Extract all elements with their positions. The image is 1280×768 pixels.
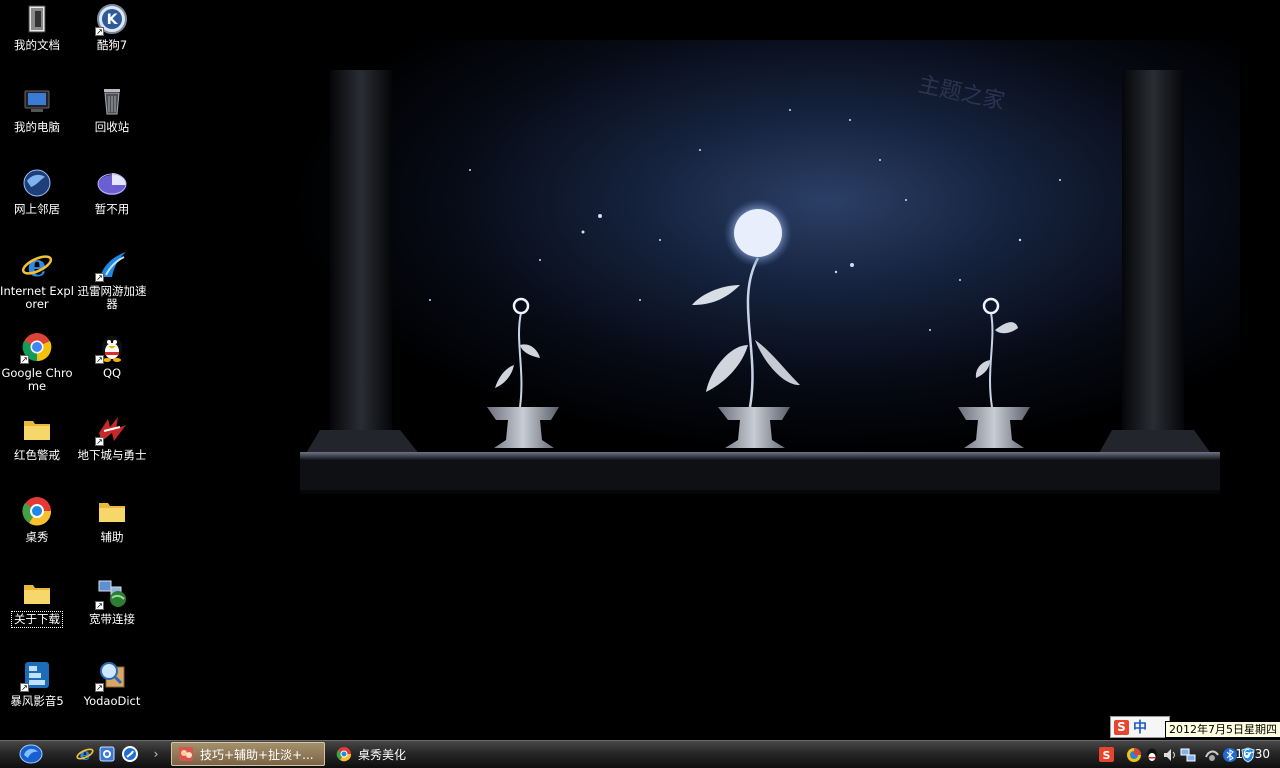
ime-mode-indicator[interactable]: 中 xyxy=(1133,717,1147,737)
desktop-icon-label: 回收站 xyxy=(94,120,130,134)
svg-text:S: S xyxy=(1102,749,1110,762)
folder-icon xyxy=(20,576,54,610)
shortcut-arrow-icon: ↗ xyxy=(95,683,104,692)
desktop-icon-guanyu-xiazai[interactable]: 关于下载 xyxy=(0,576,75,654)
desktop-icon-xunlei-accelerator[interactable]: ↗ 迅雷网游加速器 xyxy=(74,248,150,326)
desktop-icon-label: 我的电脑 xyxy=(14,120,60,134)
quicklaunch-more-chevron[interactable]: › xyxy=(146,744,166,764)
broadband-connection-icon: ↗ xyxy=(95,576,129,610)
quicklaunch-sogou-browser[interactable] xyxy=(120,744,140,764)
desktop-icon-kugou[interactable]: K ↗ 酷狗7 xyxy=(74,2,150,80)
update-icon[interactable] xyxy=(1204,747,1220,763)
sogou-ime-icon[interactable]: S xyxy=(1098,747,1114,763)
start-orb-icon xyxy=(19,744,43,764)
taskbar-button-label: 技巧+辅助+扯淡+... xyxy=(200,747,314,762)
desktop-icon-label: 红色警戒 xyxy=(14,448,60,462)
taskbar-button-zhuoxiu[interactable]: 桌秀美化 xyxy=(330,742,484,766)
desktop-icon-my-documents[interactable]: 我的文档 xyxy=(0,2,75,80)
google-chrome-icon: ↗ xyxy=(20,330,54,364)
qq-tray-icon[interactable] xyxy=(1144,747,1160,763)
kugou-icon: K ↗ xyxy=(95,2,129,36)
desktop-icon-dnf[interactable]: ↗ 地下城与勇士 xyxy=(74,412,150,490)
zhuoxiu-icon xyxy=(336,747,352,762)
desktop-icon-label: 迅雷网游加速器 xyxy=(77,284,147,311)
ie-tray-icon[interactable] xyxy=(1126,747,1142,763)
desktop-icon-broadband[interactable]: ↗ 宽带连接 xyxy=(74,576,150,654)
youdao-dict-icon: ↗ xyxy=(95,658,129,692)
desktop-icon-zanbuyong[interactable]: 暂不用 xyxy=(74,166,150,244)
folder-app-icon xyxy=(179,747,193,761)
show-desktop-icon xyxy=(99,746,115,762)
desktop-icon-label: 地下城与勇士 xyxy=(77,448,147,462)
taskbar-button-folder[interactable]: 技巧+辅助+扯淡+... xyxy=(171,742,325,766)
quicklaunch-internet-explorer[interactable]: e xyxy=(75,744,95,764)
ime-status-bar[interactable]: S 中 xyxy=(1110,716,1170,738)
quicklaunch-show-desktop[interactable] xyxy=(97,744,117,764)
desktop-icon-label: 网上邻居 xyxy=(14,202,60,216)
internet-explorer-icon: e xyxy=(20,248,54,282)
baofeng-player-icon: ↗ xyxy=(20,658,54,692)
volume-icon[interactable] xyxy=(1162,747,1178,763)
desktop-icon-label: 暴风影音5 xyxy=(10,694,64,708)
desktop-icon-label: YodaoDict xyxy=(83,694,141,708)
recycle-bin-icon xyxy=(95,84,129,118)
desktop-icon-qq[interactable]: ↗ QQ xyxy=(74,330,150,408)
desktop-wallpaper: 主题之家 xyxy=(0,0,1280,740)
desktop-icon-internet-explorer[interactable]: e Internet Explorer xyxy=(0,248,75,326)
start-button[interactable] xyxy=(16,742,46,766)
sogou-ime-logo[interactable]: S xyxy=(1114,719,1129,735)
my-documents-icon xyxy=(20,2,54,36)
date-tooltip: 2012年7月5日星期四 xyxy=(1165,721,1280,738)
internet-explorer-icon: e xyxy=(76,745,94,763)
dnf-game-icon: ↗ xyxy=(95,412,129,446)
taskbar-button-label: 桌秀美化 xyxy=(358,747,407,762)
desktop-icon-label: 桌秀 xyxy=(25,530,49,544)
desktop-icon-my-computer[interactable]: 我的电脑 xyxy=(0,84,75,162)
shortcut-arrow-icon: ↗ xyxy=(20,683,29,692)
desktop-icon-label: QQ xyxy=(102,366,122,380)
shortcut-arrow-icon: ↗ xyxy=(95,601,104,610)
desktop-icon-label: 暂不用 xyxy=(94,202,130,216)
desktop-icon-baofeng[interactable]: ↗ 暴风影音5 xyxy=(0,658,75,736)
my-computer-icon xyxy=(20,84,54,118)
desktop-icon-label: 辅助 xyxy=(100,530,124,544)
svg-text:K: K xyxy=(107,12,119,28)
zhuoxiu-icon xyxy=(20,494,54,528)
taskbar-clock[interactable]: 16:30 xyxy=(1235,747,1270,761)
desktop-icon-zhuoxiu[interactable]: 桌秀 xyxy=(0,494,75,572)
desktop-icon-label: Google Chrome xyxy=(1,366,73,393)
folder-icon xyxy=(95,494,129,528)
desktop-icon-youdao[interactable]: ↗ YodaoDict xyxy=(74,658,150,736)
desktop-icon-area: 我的文档 K ↗ 酷狗7 我的电脑 回收站 网上邻居 暂不用 e Interne… xyxy=(0,0,160,740)
taskbar: e › 技巧+辅助+扯淡+... 桌秀美化 S 16:30 xyxy=(0,740,1280,768)
desktop-icon-label: Internet Explorer xyxy=(0,284,74,311)
shortcut-arrow-icon: ↗ xyxy=(95,27,104,36)
folder-icon xyxy=(20,412,54,446)
shortcut-arrow-icon: ↗ xyxy=(95,355,104,364)
pie-folder-icon xyxy=(95,166,129,200)
desktop-icon-label: 关于下载 xyxy=(11,611,63,628)
desktop-icon-fuzhu[interactable]: 辅助 xyxy=(74,494,150,572)
desktop-icon-network-places[interactable]: 网上邻居 xyxy=(0,166,75,244)
desktop-icon-recycle-bin[interactable]: 回收站 xyxy=(74,84,150,162)
desktop-icon-google-chrome[interactable]: ↗ Google Chrome xyxy=(0,330,75,408)
svg-text:e: e xyxy=(80,745,91,763)
shortcut-arrow-icon: ↗ xyxy=(95,273,104,282)
desktop-icon-label: 我的文档 xyxy=(14,38,60,52)
sogou-browser-icon xyxy=(122,746,138,762)
desktop-icon-label: 酷狗7 xyxy=(96,38,128,52)
network-places-icon xyxy=(20,166,54,200)
qq-penguin-icon: ↗ xyxy=(95,330,129,364)
network-icon[interactable] xyxy=(1180,747,1196,763)
shortcut-arrow-icon: ↗ xyxy=(95,437,104,446)
xunlei-accelerator-icon: ↗ xyxy=(95,248,129,282)
desktop-icon-label: 宽带连接 xyxy=(89,612,135,626)
shortcut-arrow-icon: ↗ xyxy=(20,355,29,364)
svg-text:e: e xyxy=(27,249,46,281)
desktop-icon-hongse-jingjie[interactable]: 红色警戒 xyxy=(0,412,75,490)
